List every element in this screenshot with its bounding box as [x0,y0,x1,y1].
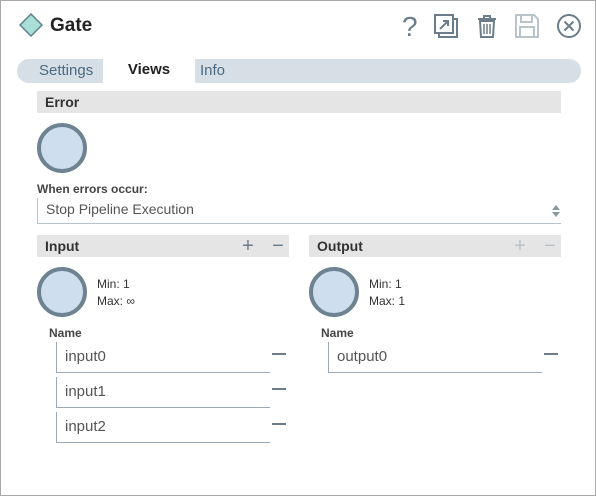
save-icon[interactable] [513,12,541,40]
dialog-header: Gate ? [1,1,595,53]
output-minmax: Min: 1 Max: 1 [369,276,405,310]
close-icon[interactable] [555,12,583,40]
error-section-title: Error [45,94,80,110]
input-view-circle[interactable] [37,267,87,317]
input-max: Max: ∞ [97,294,135,308]
input-row-remove-button[interactable] [272,388,286,390]
input-name-field[interactable]: input0 [56,342,270,373]
output-max: Max: 1 [369,294,406,308]
input-row-remove-button[interactable] [272,353,286,355]
input-name-field[interactable]: input2 [56,412,270,443]
input-row-remove-button[interactable] [272,423,286,425]
output-name-field[interactable]: output0 [328,342,542,373]
help-icon[interactable]: ? [395,11,423,42]
diamond-icon [18,12,44,38]
input-minmax: Min: 1 Max: ∞ [97,276,135,310]
tab-bar: Settings Views Info [17,58,581,84]
input-section-header: Input + − [37,235,289,257]
tab-info[interactable]: Info [200,59,225,83]
error-section-header: Error [37,91,561,113]
select-arrows-icon [551,203,561,219]
output-add-button[interactable]: + [511,235,529,257]
input-min: Min: 1 [97,277,130,291]
output-row-remove-button[interactable] [544,353,558,355]
output-view-circle[interactable] [309,267,359,317]
output-name-label: Name [321,326,354,340]
trash-icon[interactable] [473,12,501,40]
export-icon[interactable] [432,12,460,40]
output-section-header: Output + − [309,235,561,257]
tab-views[interactable]: Views [103,58,195,84]
gate-dialog: Gate ? Settings Views Info Error When er… [0,0,596,496]
output-remove-button[interactable]: − [541,235,559,257]
dialog-title: Gate [50,15,93,36]
output-section-title: Output [317,238,363,254]
error-behavior-value: Stop Pipeline Execution [46,201,194,217]
svg-text:?: ? [402,12,418,40]
error-behavior-select[interactable]: Stop Pipeline Execution [37,198,561,224]
when-errors-label: When errors occur: [37,182,148,196]
input-section-title: Input [45,238,80,254]
input-remove-button[interactable]: − [269,235,287,257]
output-min: Min: 1 [369,277,402,291]
input-name-field[interactable]: input1 [56,377,270,408]
input-name-label: Name [49,326,82,340]
tab-settings[interactable]: Settings [39,59,93,83]
input-add-button[interactable]: + [239,235,257,257]
error-view-circle[interactable] [37,123,87,173]
